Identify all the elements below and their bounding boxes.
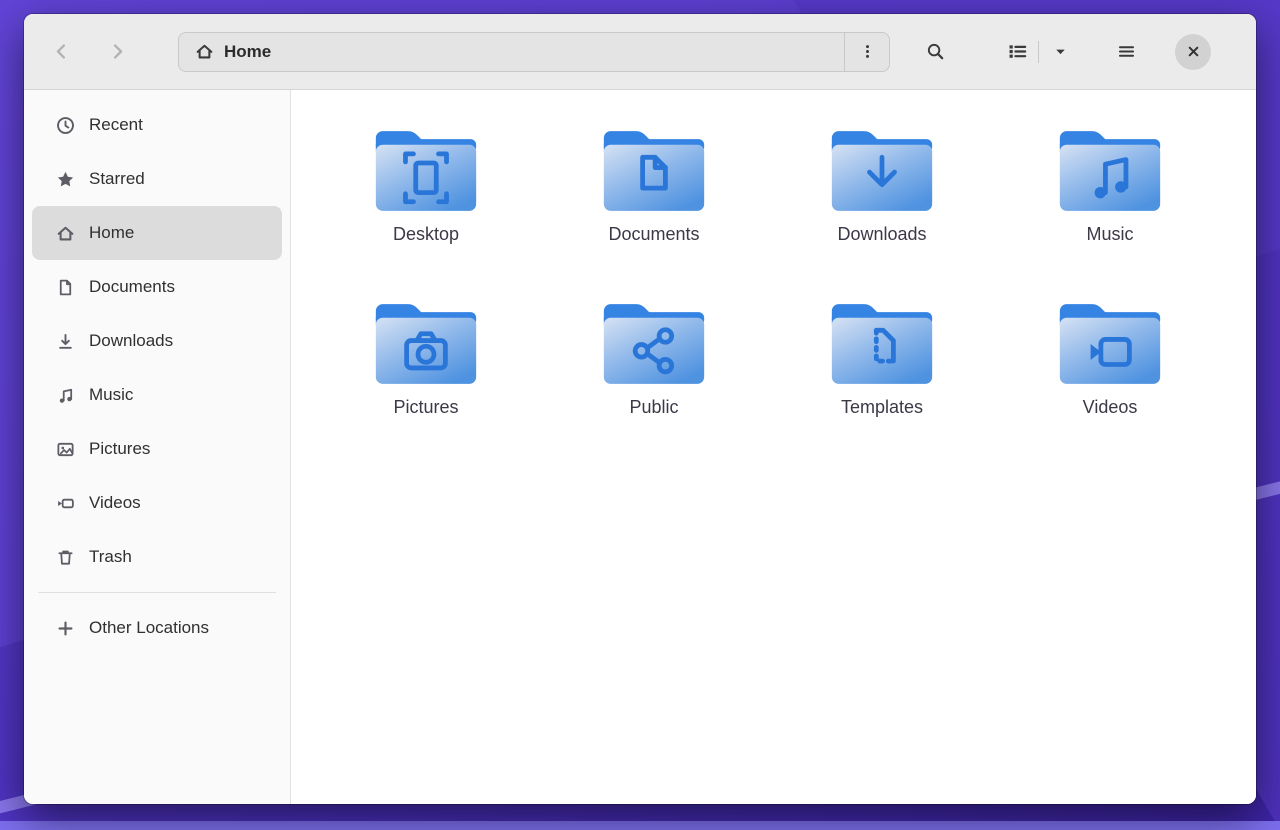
folder-music-icon xyxy=(1053,124,1167,218)
folder-item-downloads[interactable]: Downloads xyxy=(768,124,996,245)
sidebar-item-label: Videos xyxy=(89,493,141,513)
caret-down-icon xyxy=(1052,43,1069,60)
folder-name: Public xyxy=(629,397,678,418)
sidebar-item-label: Music xyxy=(89,385,133,405)
folder-document-icon xyxy=(597,124,711,218)
home-icon xyxy=(56,224,75,243)
trash-icon xyxy=(56,548,75,567)
close-button[interactable] xyxy=(1175,34,1211,70)
folder-grid: Desktop Documents Downloads Music Pictur… xyxy=(312,124,1256,418)
folder-item-music[interactable]: Music xyxy=(996,124,1224,245)
sidebar-item-label: Recent xyxy=(89,115,143,135)
location-bar[interactable]: Home xyxy=(178,32,844,72)
sidebar-item-label: Starred xyxy=(89,169,145,189)
sidebar-item-label: Documents xyxy=(89,277,175,297)
plus-icon xyxy=(56,619,75,638)
hamburger-icon xyxy=(1117,42,1136,61)
folder-name: Desktop xyxy=(393,224,459,245)
clock-icon xyxy=(56,116,75,135)
folder-share-icon xyxy=(597,297,711,391)
chevron-left-icon xyxy=(52,42,71,61)
sidebar-item-downloads[interactable]: Downloads xyxy=(32,314,282,368)
location-label: Home xyxy=(224,42,271,62)
folder-item-templates[interactable]: Templates xyxy=(768,297,996,418)
sidebar-item-label: Pictures xyxy=(89,439,150,459)
wallpaper-shape xyxy=(0,821,1280,830)
desktop-background: Home xyxy=(0,0,1280,830)
sidebar-item-other-locations[interactable]: Other Locations xyxy=(32,601,282,655)
files-window: Home xyxy=(24,14,1256,804)
folder-camcorder-icon xyxy=(1053,297,1167,391)
sidebar-item-starred[interactable]: Starred xyxy=(32,152,282,206)
sidebar-item-label: Downloads xyxy=(89,331,173,351)
sidebar-item-music[interactable]: Music xyxy=(32,368,282,422)
file-view: Desktop Documents Downloads Music Pictur… xyxy=(291,90,1256,804)
folder-name: Music xyxy=(1086,224,1133,245)
folder-name: Pictures xyxy=(393,397,458,418)
folder-template-icon xyxy=(825,297,939,391)
forward-button[interactable] xyxy=(98,33,136,71)
window-body: Recent Starred Home Documents Downloads … xyxy=(24,90,1256,804)
folder-item-pictures[interactable]: Pictures xyxy=(312,297,540,418)
home-icon xyxy=(195,42,214,61)
sidebar-item-home[interactable]: Home xyxy=(32,206,282,260)
chevron-right-icon xyxy=(108,42,127,61)
close-icon xyxy=(1185,43,1202,60)
folder-item-public[interactable]: Public xyxy=(540,297,768,418)
sidebar: Recent Starred Home Documents Downloads … xyxy=(24,90,291,804)
video-icon xyxy=(56,494,75,513)
folder-name: Downloads xyxy=(837,224,926,245)
sidebar-item-trash[interactable]: Trash xyxy=(32,530,282,584)
sidebar-item-documents[interactable]: Documents xyxy=(32,260,282,314)
folder-desktop-icon xyxy=(369,124,483,218)
view-toggle-group xyxy=(998,33,1079,71)
list-view-icon xyxy=(1008,42,1027,61)
location-menu-button[interactable] xyxy=(844,32,890,72)
picture-icon xyxy=(56,440,75,459)
back-button[interactable] xyxy=(42,33,80,71)
folder-download-icon xyxy=(825,124,939,218)
sidebar-item-label: Trash xyxy=(89,547,132,567)
navigation-buttons xyxy=(42,33,136,71)
folder-name: Documents xyxy=(608,224,699,245)
sidebar-list: Recent Starred Home Documents Downloads … xyxy=(24,98,290,584)
sidebar-item-pictures[interactable]: Pictures xyxy=(32,422,282,476)
folder-name: Videos xyxy=(1083,397,1138,418)
divider xyxy=(1038,41,1039,63)
list-view-button[interactable] xyxy=(998,33,1036,71)
header-bar: Home xyxy=(24,14,1256,90)
search-icon xyxy=(926,42,945,61)
folder-name: Templates xyxy=(841,397,923,418)
folder-item-documents[interactable]: Documents xyxy=(540,124,768,245)
sidebar-separator xyxy=(38,592,276,593)
sidebar-item-label: Home xyxy=(89,223,134,243)
sidebar-item-label: Other Locations xyxy=(89,618,209,638)
view-options-button[interactable] xyxy=(1041,33,1079,71)
music-icon xyxy=(56,386,75,405)
folder-item-desktop[interactable]: Desktop xyxy=(312,124,540,245)
search-button[interactable] xyxy=(916,33,954,71)
sidebar-item-videos[interactable]: Videos xyxy=(32,476,282,530)
star-icon xyxy=(56,170,75,189)
main-menu-button[interactable] xyxy=(1107,33,1145,71)
folder-camera-icon xyxy=(369,297,483,391)
download-icon xyxy=(56,332,75,351)
sidebar-item-recent[interactable]: Recent xyxy=(32,98,282,152)
document-icon xyxy=(56,278,75,297)
three-dots-vertical-icon xyxy=(859,43,876,60)
location-bar-group: Home xyxy=(178,32,890,72)
folder-item-videos[interactable]: Videos xyxy=(996,297,1224,418)
